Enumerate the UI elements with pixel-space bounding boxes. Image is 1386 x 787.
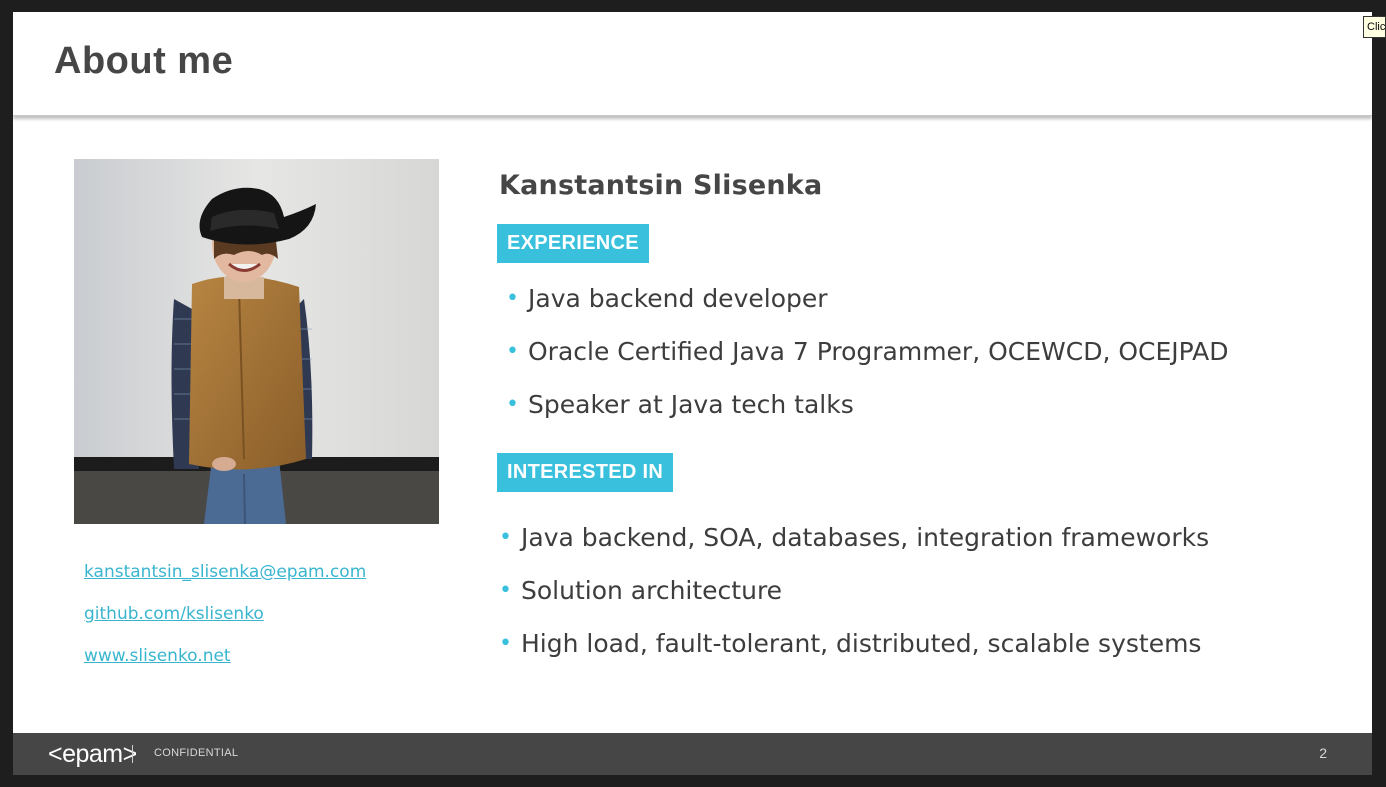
bullet-icon: • bbox=[499, 578, 512, 603]
list-item: • Speaker at Java tech talks bbox=[506, 390, 1228, 443]
slide-footer: <epam> CONFIDENTIAL 2 bbox=[13, 733, 1372, 775]
person-name: Kanstantsin Slisenka bbox=[499, 170, 823, 201]
page-number: 2 bbox=[1319, 745, 1327, 761]
slide-title: About me bbox=[54, 40, 234, 82]
list-item: • Java backend developer bbox=[506, 284, 1228, 337]
bullet-icon: • bbox=[499, 631, 512, 656]
list-item: • Solution architecture bbox=[499, 576, 1209, 629]
bullet-icon: • bbox=[506, 286, 519, 311]
bullet-icon: • bbox=[506, 392, 519, 417]
experience-heading: EXPERIENCE bbox=[497, 224, 649, 263]
slide: About me kanstantsin_slisenka@epam.com g… bbox=[13, 12, 1372, 775]
list-item: • High load, fault-tolerant, distributed,… bbox=[499, 629, 1209, 682]
interests-list: • Java backend, SOA, databases, integrati… bbox=[499, 523, 1209, 682]
contact-links: kanstantsin_slisenka@epam.com github.com… bbox=[84, 562, 366, 688]
list-item-text: Solution architecture bbox=[521, 576, 783, 605]
profile-photo bbox=[74, 159, 439, 524]
interested-in-heading: INTERESTED IN bbox=[497, 453, 674, 492]
person-photo-icon bbox=[74, 159, 439, 524]
github-link[interactable]: github.com/kslisenko bbox=[84, 604, 366, 625]
title-bar: About me bbox=[13, 12, 1372, 116]
list-item-text: Java backend developer bbox=[528, 284, 828, 313]
list-item: • Java backend, SOA, databases, integrati… bbox=[499, 523, 1209, 576]
website-link[interactable]: www.slisenko.net bbox=[84, 646, 366, 667]
presentation-window: About me kanstantsin_slisenka@epam.com g… bbox=[0, 0, 1386, 787]
bullet-icon: • bbox=[506, 339, 519, 364]
email-link[interactable]: kanstantsin_slisenka@epam.com bbox=[84, 562, 366, 583]
bullet-icon: • bbox=[499, 525, 512, 550]
list-item-text: Speaker at Java tech talks bbox=[528, 390, 854, 419]
footer-divider bbox=[132, 745, 133, 763]
list-item-text: Oracle Certified Java 7 Programmer, OCEW… bbox=[528, 337, 1229, 366]
list-item: • Oracle Certified Java 7 Programmer, OCE… bbox=[506, 337, 1228, 390]
list-item-text: Java backend, SOA, databases, integratio… bbox=[521, 523, 1210, 552]
epam-logo: <epam> bbox=[48, 740, 137, 768]
experience-list: • Java backend developer • Oracle Certifie… bbox=[506, 284, 1228, 443]
confidential-label: CONFIDENTIAL bbox=[154, 747, 239, 759]
list-item-text: High load, fault-tolerant, distributed, … bbox=[521, 629, 1202, 658]
tooltip: Click bbox=[1363, 16, 1386, 38]
